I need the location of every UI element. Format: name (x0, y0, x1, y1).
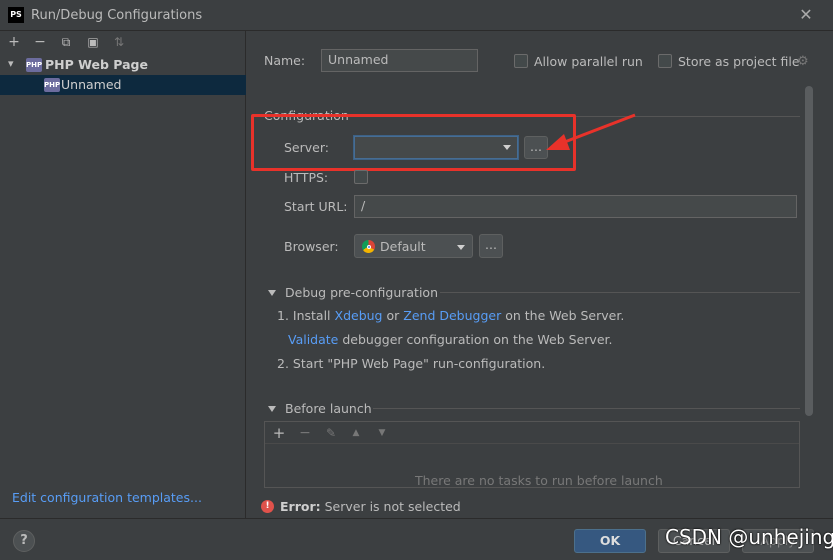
copy-icon[interactable]: ⧉ (57, 33, 75, 51)
error-icon: ! (261, 500, 274, 513)
xdebug-link[interactable]: Xdebug (335, 308, 383, 323)
tree-item-label: Unnamed (61, 77, 122, 92)
remove-icon[interactable]: − (31, 33, 49, 51)
edit-templates-link[interactable]: Edit configuration templates... (12, 490, 202, 505)
annotation-arrow-icon (546, 113, 636, 150)
tree-group-php-web-page[interactable]: ▾ PHP PHP Web Page (0, 55, 246, 75)
https-label: HTTPS: (284, 170, 329, 185)
tree-group-label: PHP Web Page (45, 57, 148, 72)
before-launch-toolbar: + − ✎ ▲ ▼ (265, 422, 799, 444)
collapse-arrow-icon[interactable] (268, 290, 276, 296)
start-url-input[interactable]: / (354, 195, 797, 218)
php-icon: PHP (44, 78, 60, 92)
collapse-arrow-icon[interactable] (268, 406, 276, 412)
scrollbar[interactable] (805, 86, 813, 416)
name-input[interactable]: Unnamed (321, 49, 478, 72)
php-icon: PHP (26, 58, 42, 72)
step-text: debugger configuration on the Web Server… (342, 332, 613, 347)
add-icon[interactable]: + (270, 424, 288, 442)
close-icon[interactable]: ✕ (796, 5, 816, 25)
tree-toolbar: + − ⧉ ▣ ⇅ (0, 31, 246, 53)
error-message: Server is not selected (324, 499, 461, 514)
chevron-down-icon (457, 245, 465, 250)
remove-icon[interactable]: − (296, 424, 314, 442)
folder-icon[interactable]: ▣ (84, 33, 102, 51)
debug-preconfig-header[interactable]: Debug pre-configuration (285, 285, 438, 300)
annotation-highlight-box (251, 114, 576, 171)
chrome-icon-center (367, 245, 371, 249)
debug-step-1: 1. Install Xdebug or Zend Debugger on th… (277, 308, 624, 323)
start-url-label: Start URL: (284, 199, 348, 214)
divider (373, 408, 800, 409)
debug-validate-line: Validate debugger configuration on the W… (288, 332, 612, 347)
tree-item-unnamed[interactable]: PHP Unnamed (0, 75, 246, 95)
https-checkbox[interactable] (354, 170, 368, 184)
add-icon[interactable]: + (5, 33, 23, 51)
watermark: CSDN @unhejing (665, 525, 833, 549)
name-label: Name: (264, 53, 306, 68)
title-bar: PS Run/Debug Configurations ✕ (0, 0, 833, 31)
phpstorm-logo-icon: PS (8, 7, 24, 23)
help-button[interactable]: ? (13, 530, 35, 552)
store-project-label: Store as project file (678, 54, 800, 69)
empty-tasks-message: There are no tasks to run before launch (415, 473, 663, 488)
allow-parallel-label: Allow parallel run (534, 54, 643, 69)
move-up-icon[interactable]: ▲ (347, 424, 365, 442)
step-text: or (386, 308, 400, 323)
ok-button[interactable]: OK (574, 529, 646, 553)
debug-step-2: 2. Start "PHP Web Page" run-configuratio… (277, 356, 546, 371)
edit-icon[interactable]: ✎ (322, 424, 340, 442)
dialog-footer: ? OK Cancel Apply CSDN @unhejing (0, 518, 833, 560)
browser-more-button[interactable]: ... (479, 234, 503, 258)
store-project-checkbox[interactable] (658, 54, 672, 68)
before-launch-panel: + − ✎ ▲ ▼ There are no tasks to run befo… (264, 421, 800, 488)
gear-icon[interactable]: ⚙ (797, 54, 809, 69)
divider (440, 292, 800, 293)
browser-value: Default (380, 239, 426, 254)
step-text: on the Web Server. (505, 308, 625, 323)
step-text: 1. Install (277, 308, 331, 323)
sort-icon[interactable]: ⇅ (110, 33, 128, 51)
validate-link[interactable]: Validate (288, 332, 338, 347)
zend-debugger-link[interactable]: Zend Debugger (403, 308, 501, 323)
browser-dropdown[interactable]: Default (354, 234, 473, 258)
configurations-tree-pane: + − ⧉ ▣ ⇅ ▾ PHP PHP Web Page PHP Unnamed… (0, 31, 246, 518)
window-title: Run/Debug Configurations (31, 8, 203, 23)
expand-arrow-icon[interactable]: ▾ (8, 57, 14, 70)
move-down-icon[interactable]: ▼ (373, 424, 391, 442)
browser-label: Browser: (284, 239, 339, 254)
before-launch-header[interactable]: Before launch (285, 401, 372, 416)
error-status: Error: Server is not selected (280, 499, 461, 514)
error-label: Error: (280, 499, 321, 514)
allow-parallel-checkbox[interactable] (514, 54, 528, 68)
